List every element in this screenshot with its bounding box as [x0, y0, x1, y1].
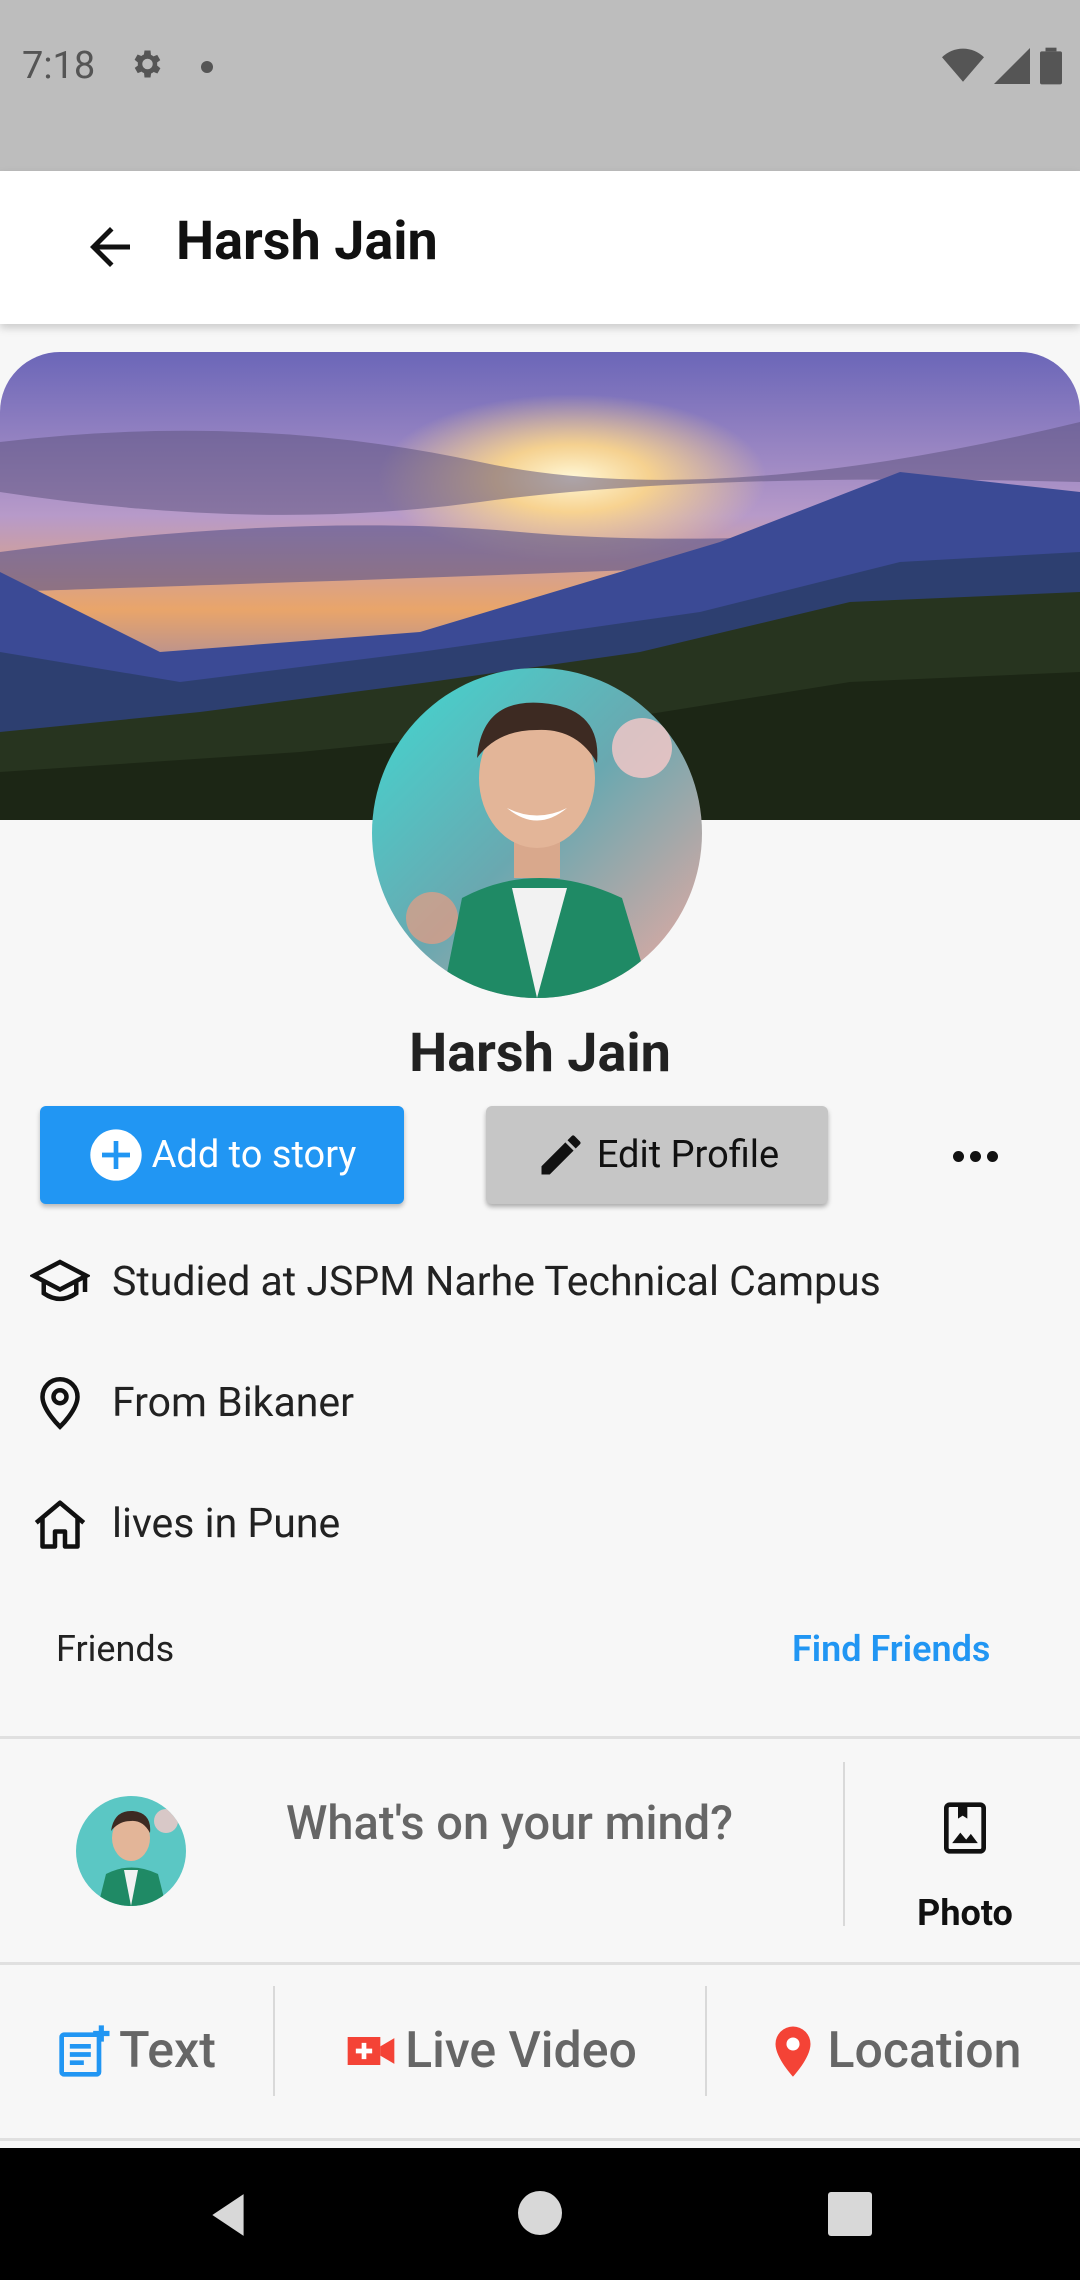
- divider: [0, 2138, 1080, 2141]
- notification-dot-icon: [201, 61, 213, 73]
- status-time: 7:18: [22, 44, 96, 88]
- divider: [0, 1962, 1080, 1965]
- location-button[interactable]: Location: [707, 1986, 1080, 2116]
- divider: [0, 1736, 1080, 1739]
- add-to-story-button[interactable]: Add to story: [40, 1106, 404, 1204]
- location-marker-icon: [775, 2026, 811, 2077]
- edit-profile-label: Edit Profile: [596, 1133, 780, 1177]
- nav-recents-icon[interactable]: [828, 2192, 872, 2236]
- friends-label: Friends: [56, 1628, 175, 1670]
- more-options-button[interactable]: [940, 1126, 1010, 1186]
- info-studied-text: Studied at JSPM Narhe Technical Campus: [112, 1258, 881, 1306]
- text-post-label: Text: [119, 2022, 216, 2080]
- nav-home-icon[interactable]: [518, 2191, 562, 2235]
- signal-icon: [994, 48, 1030, 84]
- separator: [843, 1762, 845, 1926]
- school-icon: [30, 1259, 90, 1302]
- edit-profile-button[interactable]: Edit Profile: [486, 1106, 828, 1204]
- status-bar: [0, 0, 1080, 171]
- more-dot: [986, 1150, 998, 1162]
- live-video-label: Live Video: [405, 2022, 637, 2080]
- wifi-icon: [942, 48, 984, 82]
- profile-avatar[interactable]: [372, 668, 702, 998]
- text-post-button[interactable]: Text: [0, 1986, 273, 2116]
- info-lives-text: lives in Pune: [112, 1500, 341, 1548]
- text-post-icon: [59, 2025, 110, 2077]
- nav-back-icon[interactable]: [204, 2190, 254, 2240]
- info-lives: lives in Pune: [30, 1489, 340, 1559]
- video-camera-icon: [347, 2037, 395, 2065]
- add-circle-icon: [89, 1129, 142, 1181]
- info-studied: Studied at JSPM Narhe Technical Campus: [30, 1247, 881, 1317]
- photo-label: Photo: [917, 1892, 1013, 1934]
- home-icon: [34, 1500, 86, 1549]
- info-from: From Bikaner: [30, 1368, 354, 1438]
- info-from-text: From Bikaner: [112, 1379, 355, 1427]
- location-label: Location: [827, 2022, 1022, 2080]
- settings-icon: [134, 50, 161, 78]
- status-icons: [942, 46, 1062, 86]
- live-video-button[interactable]: Live Video: [275, 1986, 705, 2116]
- more-dot: [969, 1150, 981, 1162]
- whats-on-your-mind-input[interactable]: What's on your mind?: [286, 1796, 733, 1851]
- find-friends-link[interactable]: Find Friends: [792, 1628, 990, 1670]
- photo-button[interactable]: Photo: [850, 1780, 1080, 1950]
- photo-icon: [944, 1802, 986, 1854]
- composer-avatar: [76, 1796, 186, 1906]
- page-title: Harsh Jain: [176, 210, 438, 273]
- back-arrow-icon[interactable]: [80, 217, 140, 277]
- profile-name: Harsh Jain: [409, 1022, 671, 1085]
- more-dot: [952, 1150, 964, 1162]
- app-bar: [0, 171, 1080, 324]
- battery-icon: [1040, 47, 1062, 85]
- pencil-icon: [541, 1135, 581, 1175]
- location-pin-icon: [40, 1376, 80, 1430]
- add-to-story-label: Add to story: [151, 1133, 357, 1177]
